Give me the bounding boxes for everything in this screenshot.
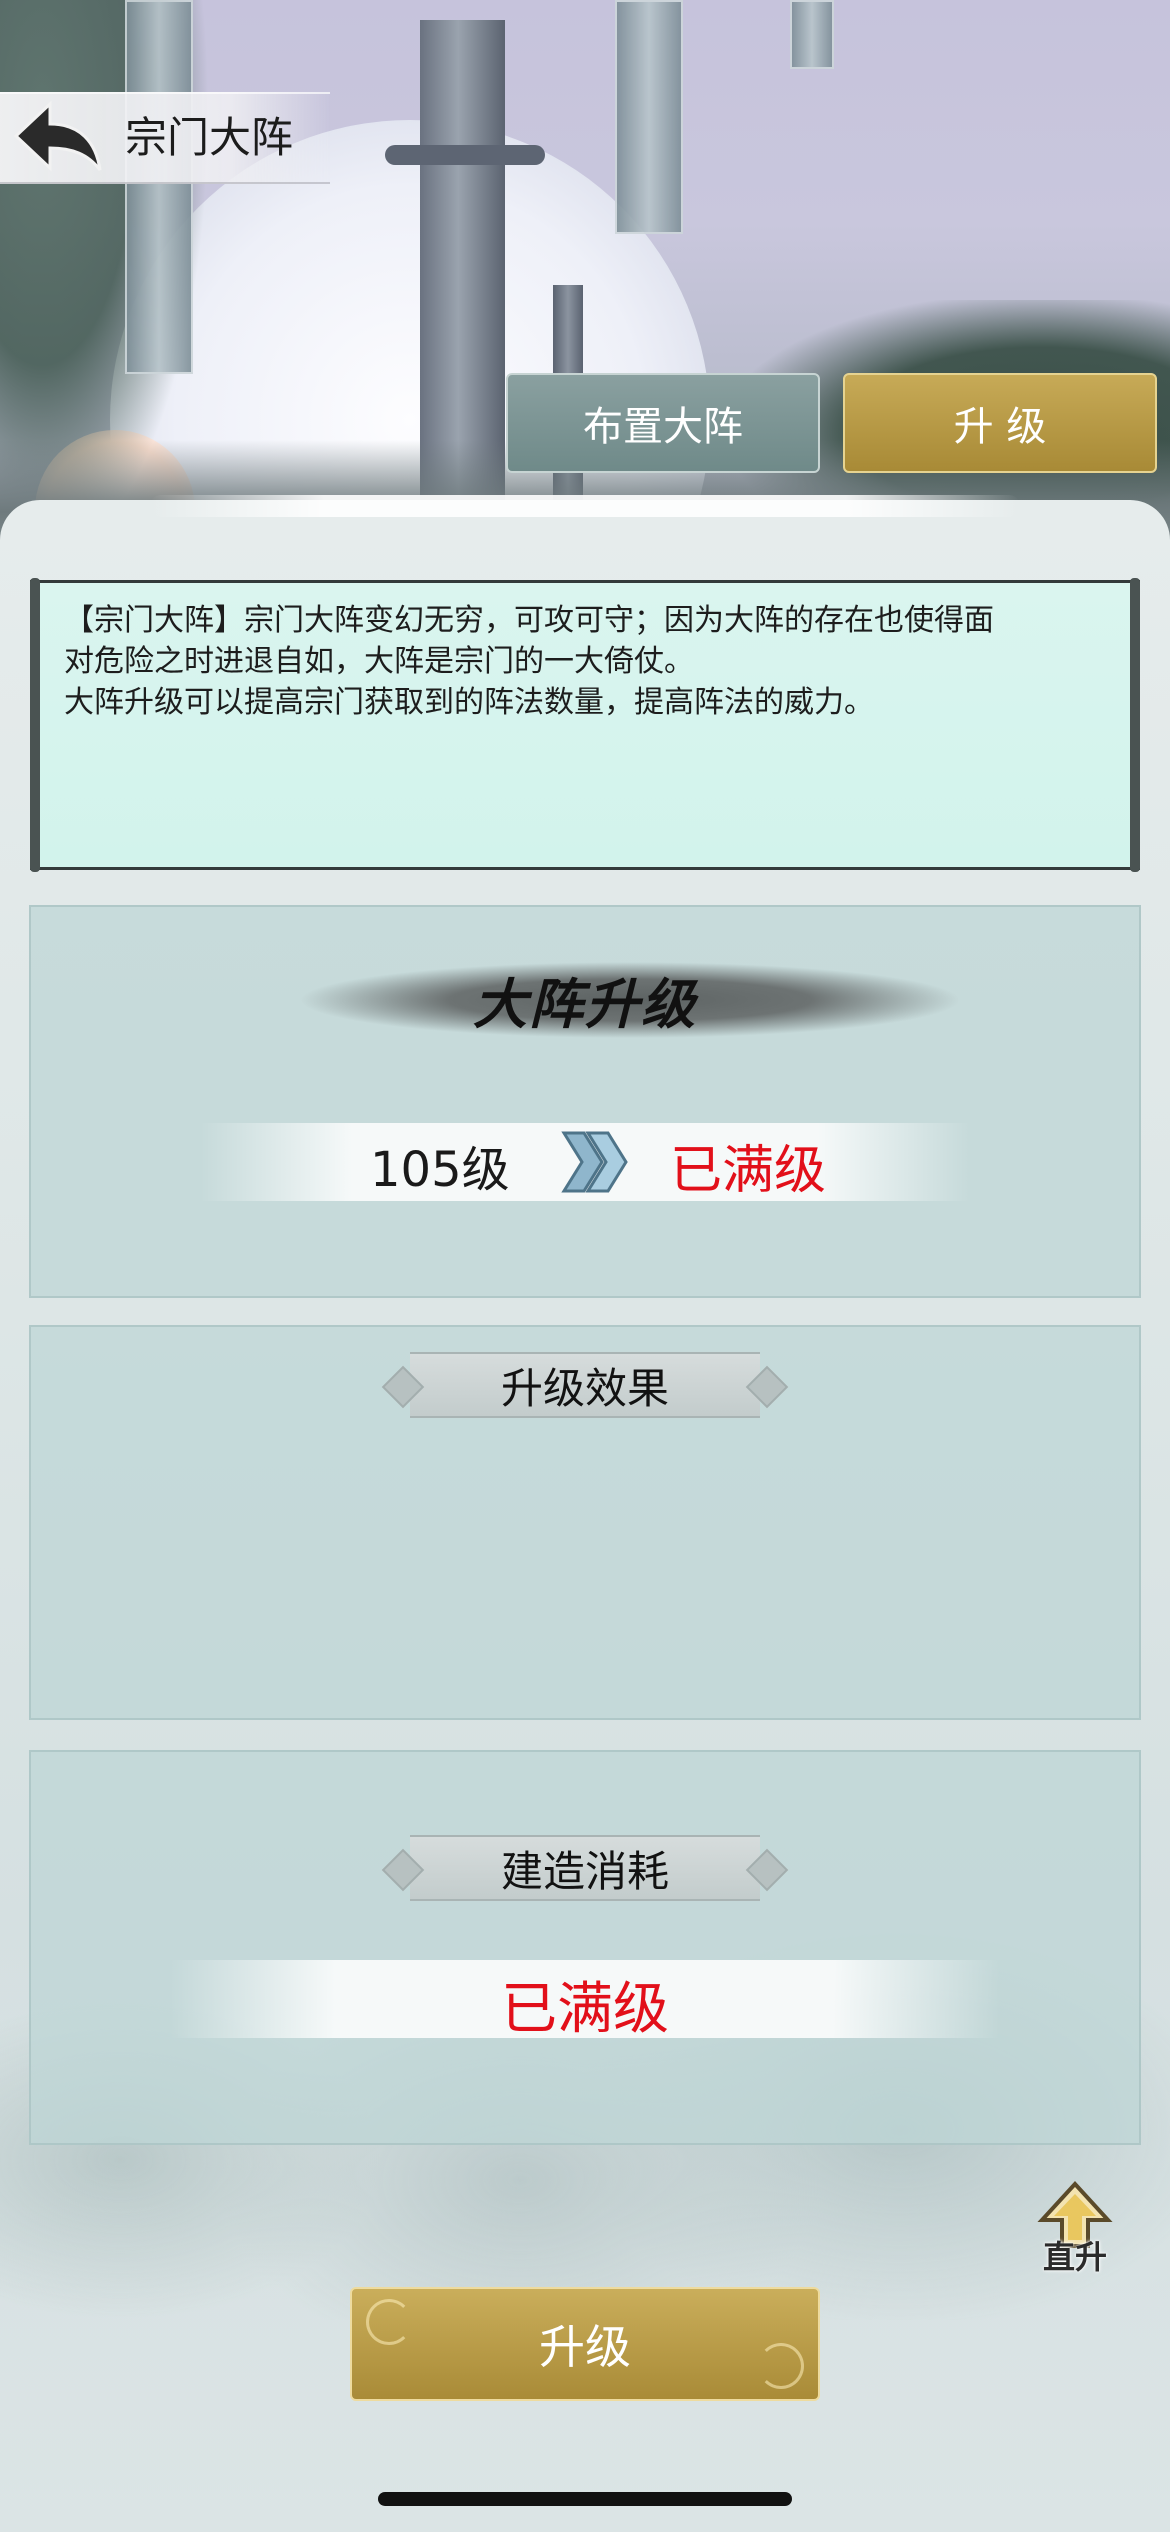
stone-pillar-cap: [385, 145, 545, 165]
description-line: 【宗门大阵】宗门大阵变幻无穷，可攻可守；因为大阵的存在也使得面: [64, 603, 994, 638]
swirl-decoration: [366, 2299, 412, 2345]
hanging-banner: [615, 0, 683, 234]
cost-label: 建造消耗: [410, 1835, 760, 1901]
cost-value: 已满级: [501, 1977, 669, 2042]
swirl-decoration: [758, 2343, 804, 2389]
tab-upgrade[interactable]: 升 级: [843, 373, 1157, 473]
description-line: 对危险之时进退自如，大阵是宗门的一大倚仗。: [64, 644, 694, 679]
tab-label: 升 级: [953, 404, 1047, 450]
next-level: 已满级: [670, 1141, 827, 1201]
upgrade-section-title: 大阵升级: [473, 972, 697, 1036]
cost-label-text: 建造消耗: [500, 1846, 669, 1896]
tab-layout-formation[interactable]: 布置大阵: [506, 373, 820, 473]
scroll-rod-right: [1130, 578, 1140, 872]
upgrade-button-label: 升级: [539, 2320, 631, 2374]
effect-label-text: 升级效果: [500, 1363, 669, 1413]
effect-label: 升级效果: [410, 1352, 760, 1418]
home-indicator[interactable]: [378, 2492, 792, 2506]
hanging-banner: [125, 0, 193, 374]
upgrade-button[interactable]: 升级: [350, 2287, 820, 2401]
hanging-banner: [790, 0, 834, 69]
back-button[interactable]: [10, 96, 106, 176]
double-chevron-right-icon: [561, 1131, 628, 1193]
cost-section: [29, 1750, 1141, 2145]
direct-up-label: 直升: [1042, 2238, 1107, 2276]
panel-top-decoration: [150, 495, 1020, 517]
scroll-rod-left: [30, 578, 40, 872]
tab-label: 布置大阵: [583, 404, 743, 450]
page-title: 宗门大阵: [125, 113, 294, 162]
background-scene: [0, 0, 1170, 560]
current-level: 105级: [370, 1142, 510, 1198]
description-text: 【宗门大阵】宗门大阵变幻无穷，可攻可守；因为大阵的存在也使得面 对危险之时进退自…: [64, 600, 1104, 723]
back-arrow-icon: [13, 100, 102, 172]
description-line: 大阵升级可以提高宗门获取到的阵法数量，提高阵法的威力。: [64, 685, 874, 720]
